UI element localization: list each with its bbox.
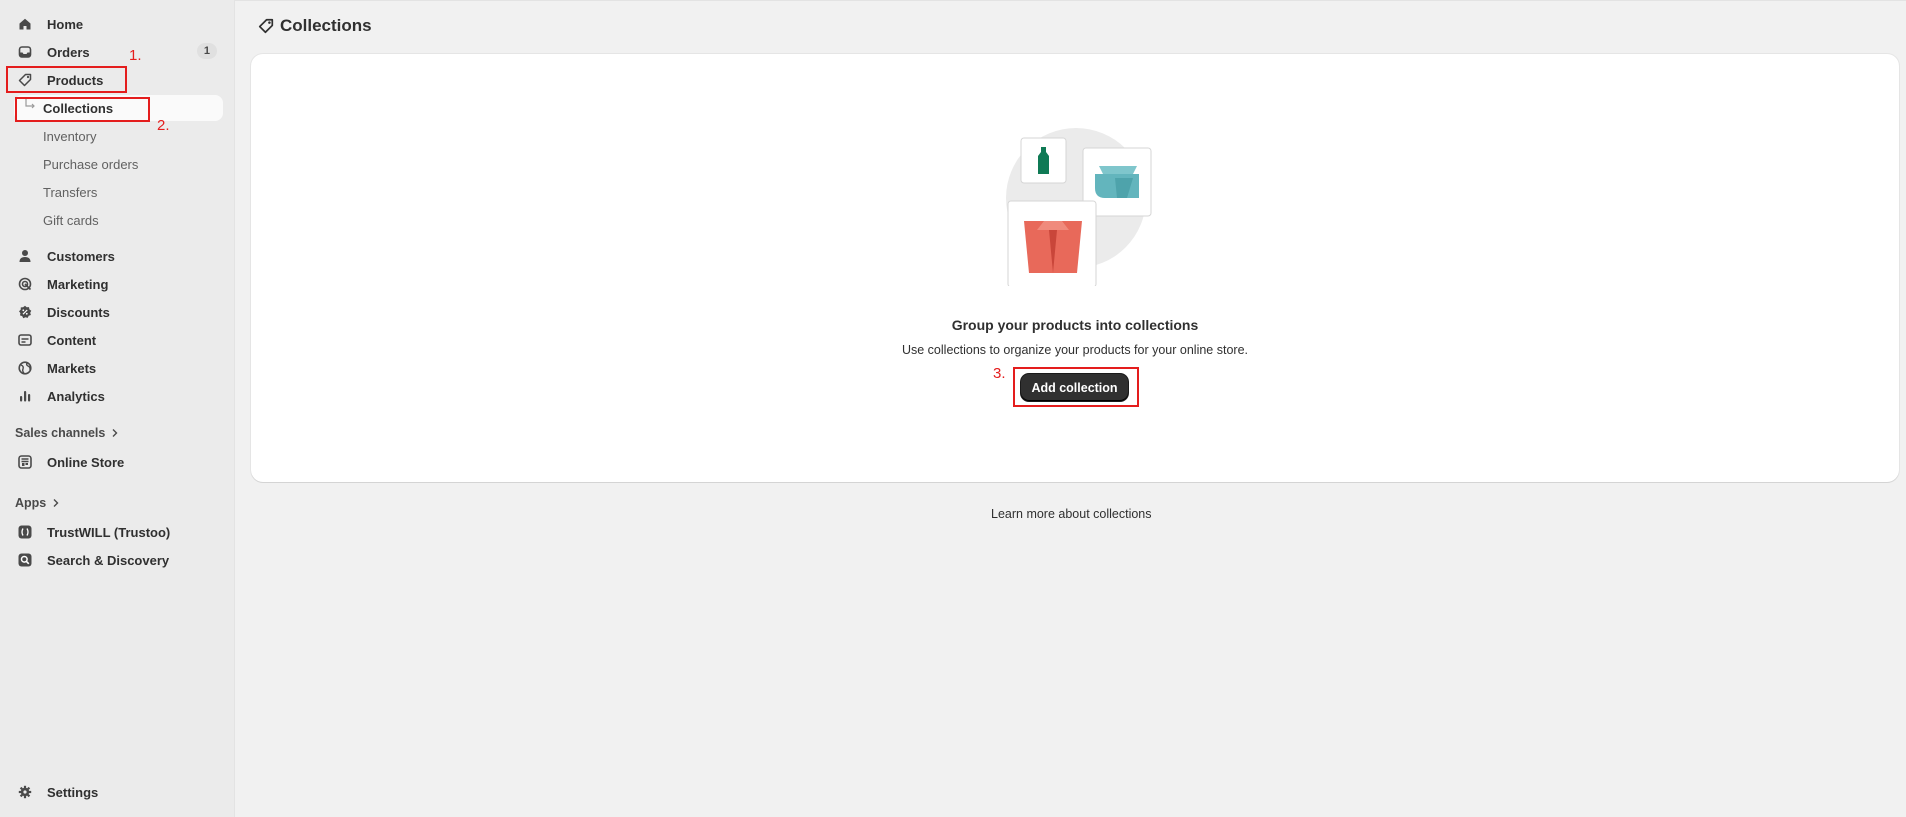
image-icon [17,332,33,348]
chevron-right-icon [112,429,118,437]
sidebar: Home Orders 1 Products Collections Inven… [0,0,235,817]
orders-count-badge: 1 [196,43,217,59]
annotation-number-3: 3. [993,365,1006,382]
sales-channels-header[interactable]: Sales channels [15,426,119,440]
empty-state-card: Group your products into collections Use… [251,54,1899,482]
nav-marketing[interactable]: Marketing [6,271,223,297]
app-icon [17,524,33,540]
nav-analytics[interactable]: Analytics [6,383,223,409]
discount-icon [17,304,33,320]
sales-channels-label: Sales channels [15,426,106,440]
annotation-box-products [6,66,127,93]
learn-more-link[interactable]: Learn more about collections [991,507,1152,521]
globe-icon [17,360,33,376]
search-icon [17,552,33,568]
nav-customers-label: Customers [47,248,115,264]
tag-icon [258,18,274,34]
nav-analytics-label: Analytics [47,388,105,404]
nav-home-label: Home [47,16,84,32]
nav-online-store-label: Online Store [47,454,125,470]
nav-purchase-orders[interactable]: Purchase orders [14,151,223,177]
nav-discounts-label: Discounts [47,304,110,320]
nav-transfers-label: Transfers [43,184,98,200]
nav-transfers[interactable]: Transfers [14,179,223,205]
page-header: Collections [258,16,372,36]
nav-inventory-label: Inventory [43,128,97,144]
bar-chart-icon [17,388,33,404]
target-icon [17,276,33,292]
nav-markets-label: Markets [47,360,97,376]
nav-purchase-orders-label: Purchase orders [43,156,139,172]
chevron-right-icon [53,499,59,507]
nav-marketing-label: Marketing [47,276,109,292]
nav-settings-label: Settings [47,784,99,800]
annotation-number-2: 2. [157,117,170,134]
nav-discounts[interactable]: Discounts [6,299,223,325]
collections-illustration [1006,128,1152,286]
nav-customers[interactable]: Customers [6,243,223,269]
empty-state-description: Use collections to organize your product… [901,343,1248,357]
annotation-box-collections [15,97,150,122]
nav-online-store[interactable]: Online Store [6,449,223,475]
nav-content[interactable]: Content [6,327,223,353]
inbox-icon [17,44,33,60]
nav-content-label: Content [47,332,97,348]
nav-search-discovery[interactable]: Search & Discovery [6,547,223,573]
page-title: Collections [280,16,372,35]
home-icon [17,16,33,32]
top-border [235,0,1906,1]
nav-orders[interactable]: Orders 1 [6,39,223,65]
empty-state-title: Group your products into collections [951,317,1199,333]
nav-orders-label: Orders [47,44,90,60]
nav-trustwill[interactable]: TrustWILL (Trustoo) [6,519,223,545]
person-icon [17,248,33,264]
nav-gift-cards-label: Gift cards [43,212,99,228]
nav-inventory[interactable]: Inventory [14,123,223,149]
annotation-number-1: 1. [129,47,142,64]
nav-search-discovery-label: Search & Discovery [47,552,170,568]
apps-label: Apps [15,496,47,510]
nav-home[interactable]: Home [6,11,223,37]
nav-trustwill-label: TrustWILL (Trustoo) [47,524,171,540]
apps-header[interactable]: Apps [15,496,60,510]
gear-icon [17,784,33,800]
annotation-box-add-collection [1013,367,1139,407]
nav-markets[interactable]: Markets [6,355,223,381]
store-icon [17,454,33,470]
nav-settings[interactable]: Settings [6,779,223,805]
nav-gift-cards[interactable]: Gift cards [14,207,223,233]
